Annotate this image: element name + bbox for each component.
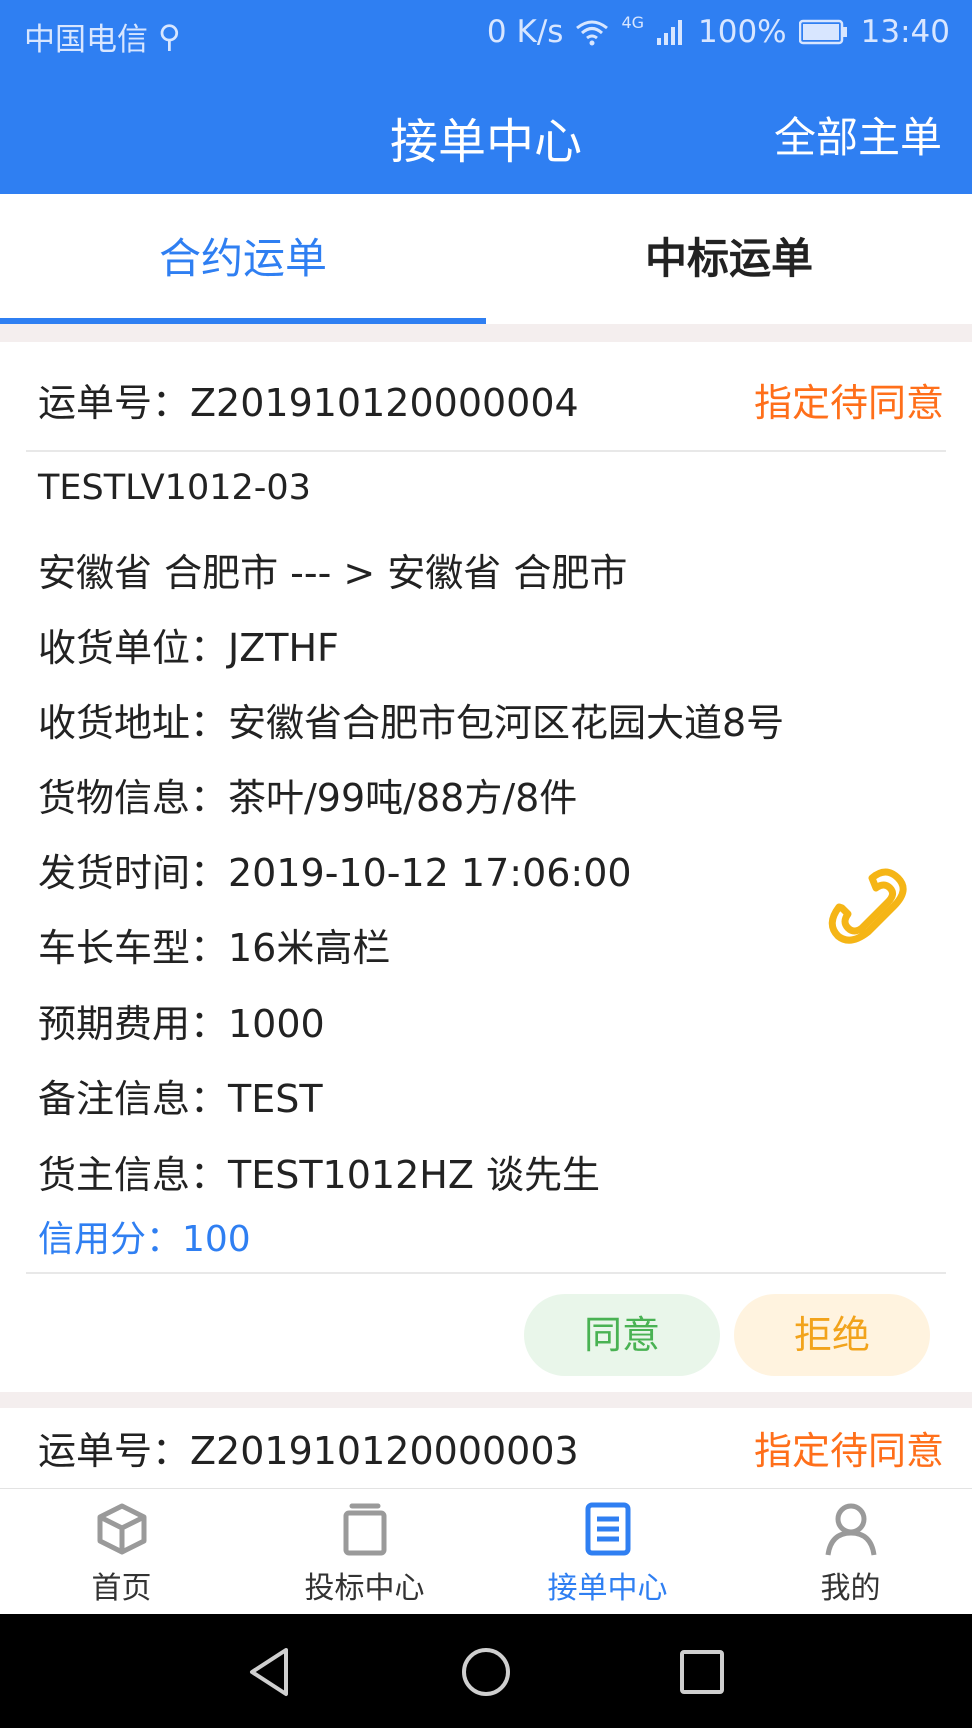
nav-mine[interactable]: 我的 xyxy=(729,1501,972,1607)
active-tab-indicator xyxy=(0,318,486,324)
tab-bar: 合约运单 中标运单 xyxy=(0,194,972,324)
carrier-name: 中国电信 xyxy=(24,22,148,58)
system-navigation-bar xyxy=(0,1614,972,1728)
network-type: 4G xyxy=(621,12,645,32)
clock: 13:40 xyxy=(860,14,950,50)
home-icon[interactable] xyxy=(458,1644,514,1700)
signal-icon xyxy=(657,20,683,45)
waybill-label: 运单号： xyxy=(38,1429,191,1473)
nav-label: 投标中心 xyxy=(304,1571,425,1606)
cube-icon xyxy=(97,1503,146,1555)
order-status: 指定待同意 xyxy=(753,381,944,425)
bottom-navigation: 首页 投标中心 接单中心 我的 xyxy=(0,1488,972,1615)
status-bar: 中国电信 ⚲ 0 K/s 4G 100% 13:40 xyxy=(0,0,972,66)
shipper-info: 货主信息：TEST1012HZ 谈先生 xyxy=(38,1153,600,1197)
waybill-value: Z201910120000003 xyxy=(190,1429,579,1473)
document-icon xyxy=(585,1502,630,1556)
title-bar: 接单中心 全部主单 xyxy=(0,66,972,194)
person-icon xyxy=(825,1503,876,1556)
battery-percent: 100% xyxy=(698,14,787,50)
receiver-address: 收货地址：安徽省合肥市包河区花园大道8号 xyxy=(38,701,785,745)
receiver-unit: 收货单位：JZTHF xyxy=(38,626,339,670)
refuse-button[interactable]: 拒绝 xyxy=(734,1294,930,1376)
tab-contract-waybill[interactable]: 合约运单 xyxy=(0,194,486,324)
nav-label: 首页 xyxy=(91,1571,152,1606)
ship-time: 发货时间：2019-10-12 17:06:00 xyxy=(38,851,632,895)
waybill-value: Z201910120000004 xyxy=(190,381,579,425)
vehicle-type: 车长车型：16米高栏 xyxy=(38,926,391,970)
waybill-label: 运单号： xyxy=(38,381,191,425)
nav-home[interactable]: 首页 xyxy=(0,1501,243,1607)
waybill-number: 运单号：Z201910120000004 xyxy=(38,372,579,427)
remark-info: 备注信息：TEST xyxy=(38,1077,323,1121)
divider xyxy=(26,1272,946,1274)
nav-label: 我的 xyxy=(820,1571,881,1606)
order-code: TESTLV1012-03 xyxy=(38,468,311,508)
usb-icon: ⚲ xyxy=(158,18,181,55)
divider xyxy=(26,450,946,452)
agree-button[interactable]: 同意 xyxy=(524,1294,720,1376)
phone-icon[interactable] xyxy=(814,852,924,962)
order-status: 指定待同意 xyxy=(753,1429,944,1473)
nav-bidding-center[interactable]: 投标中心 xyxy=(243,1501,486,1607)
wifi-icon xyxy=(576,20,609,46)
nav-label: 接单中心 xyxy=(547,1571,668,1606)
all-orders-button[interactable]: 全部主单 xyxy=(774,104,942,165)
order-card: 运单号：Z201910120000004 指定待同意 TESTLV1012-03… xyxy=(0,342,972,1392)
battery-icon xyxy=(798,19,847,45)
credit-score: 信用分：100 xyxy=(38,1219,251,1260)
expected-fee: 预期费用：1000 xyxy=(38,1002,325,1046)
goods-info: 货物信息：茶叶/99吨/88方/8件 xyxy=(38,776,578,820)
recent-apps-icon[interactable] xyxy=(674,1644,730,1700)
order-card: 运单号：Z201910120000003 指定待同意 xyxy=(0,1408,972,1488)
waybill-header: 运单号：Z201910120000004 指定待同意 xyxy=(38,372,944,427)
stack-icon xyxy=(343,1503,386,1556)
network-speed: 0 K/s xyxy=(486,14,564,50)
route: 安徽省 合肥市 --- > 安徽省 合肥市 xyxy=(38,551,628,595)
waybill-number: 运单号：Z201910120000003 xyxy=(38,1420,579,1475)
waybill-header: 运单号：Z201910120000003 指定待同意 xyxy=(38,1420,944,1475)
back-icon[interactable] xyxy=(242,1644,298,1700)
tab-winning-waybill[interactable]: 中标运单 xyxy=(486,194,972,324)
nav-order-center[interactable]: 接单中心 xyxy=(486,1501,729,1607)
